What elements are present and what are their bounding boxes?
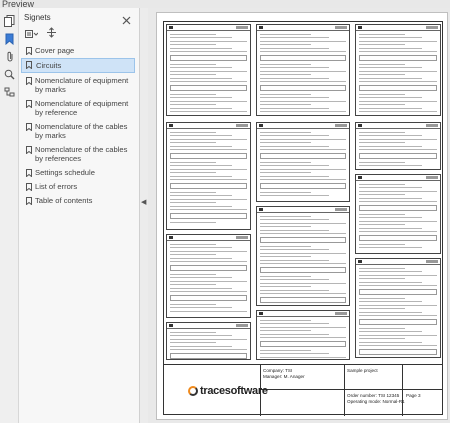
tracesoftware-logo: tracesoftware bbox=[188, 385, 268, 397]
bookmark-icon bbox=[26, 77, 32, 85]
close-icon[interactable] bbox=[122, 12, 131, 25]
title-block: tracesoftware Company: TSI Manager: M. A… bbox=[164, 364, 442, 416]
bookmark-item[interactable]: List of errors bbox=[21, 180, 135, 193]
logo-text: tracesoftware bbox=[200, 385, 268, 397]
operating-mode-label: Operating mode: Normal-R1 bbox=[347, 399, 405, 404]
circuit-card bbox=[355, 258, 441, 358]
bookmark-label: Settings schedule bbox=[35, 168, 95, 177]
bookmark-item[interactable]: Table of contents bbox=[21, 194, 135, 207]
bookmark-icon bbox=[26, 183, 32, 191]
bookmark-item[interactable]: Nomenclature of the cables by marks bbox=[21, 120, 135, 142]
circuit-card bbox=[256, 24, 350, 116]
bookmark-item[interactable]: Cover page bbox=[21, 44, 135, 57]
bookmark-label: Nomenclature of equipment by reference bbox=[35, 99, 129, 117]
project-label: Sample project bbox=[347, 368, 378, 373]
left-toolstrip bbox=[0, 8, 19, 423]
pages-icon[interactable] bbox=[3, 14, 16, 27]
bookmark-icon bbox=[26, 100, 32, 108]
bookmark-icon bbox=[26, 123, 32, 131]
circuit-card bbox=[355, 174, 441, 254]
document-viewer[interactable]: tracesoftware Company: TSI Manager: M. A… bbox=[148, 8, 450, 423]
options-menu-icon[interactable] bbox=[25, 25, 39, 43]
bookmarks-panel: Signets Cover page Circuits Nomenclature o… bbox=[19, 8, 140, 423]
expand-bookmark-icon[interactable] bbox=[46, 25, 57, 43]
circuit-card bbox=[256, 206, 350, 306]
panel-title: Signets bbox=[24, 12, 51, 22]
document-page: tracesoftware Company: TSI Manager: M. A… bbox=[156, 12, 448, 420]
attachment-icon[interactable] bbox=[3, 50, 16, 63]
manager-label: Manager: M. Anager bbox=[263, 374, 305, 379]
bookmark-icon bbox=[26, 146, 32, 154]
order-number-label: Order number: TSI 12345 bbox=[347, 393, 400, 398]
drawing-frame: tracesoftware Company: TSI Manager: M. A… bbox=[163, 21, 443, 416]
layers-icon[interactable] bbox=[3, 86, 16, 99]
bookmark-label: Circuits bbox=[36, 61, 62, 70]
circuit-card bbox=[256, 122, 350, 202]
bookmark-label: Nomenclature of equipment by marks bbox=[35, 76, 129, 94]
bookmark-label: Nomenclature of the cables by references bbox=[35, 145, 128, 163]
page-number-label: Page 3 bbox=[406, 393, 421, 398]
bookmark-item[interactable]: Nomenclature of the cables by references bbox=[21, 143, 135, 165]
bookmark-icon bbox=[26, 169, 32, 177]
bookmark-label: Table of contents bbox=[35, 196, 93, 205]
panel-splitter[interactable]: ◀ bbox=[140, 8, 148, 423]
bookmark-icon bbox=[26, 47, 32, 55]
bookmark-item[interactable]: Nomenclature of equipment by reference bbox=[21, 97, 135, 119]
preview-window: Preview Signets Cover page Circuits Nome… bbox=[0, 0, 450, 423]
circuit-card bbox=[166, 234, 251, 318]
bookmark-item[interactable]: Nomenclature of equipment by marks bbox=[21, 74, 135, 96]
circuit-card bbox=[166, 322, 251, 360]
search-icon[interactable] bbox=[3, 68, 16, 81]
circuit-card bbox=[166, 122, 251, 230]
window-title: Preview bbox=[0, 0, 450, 8]
collapse-arrow-icon[interactable]: ◀ bbox=[141, 198, 146, 206]
circuit-card bbox=[355, 122, 441, 170]
bookmark-icon bbox=[26, 197, 32, 205]
bookmark-icon bbox=[26, 61, 32, 69]
circuit-card bbox=[256, 310, 350, 360]
circuit-card bbox=[166, 24, 251, 116]
bookmark-item[interactable]: Settings schedule bbox=[21, 166, 135, 179]
bookmark-label: List of errors bbox=[35, 182, 78, 191]
bookmark-label: Cover page bbox=[35, 46, 75, 55]
bookmark-label: Nomenclature of the cables by marks bbox=[35, 122, 128, 140]
bookmark-item[interactable]: Circuits bbox=[21, 58, 135, 73]
circuit-card bbox=[355, 24, 441, 116]
bookmarks-icon[interactable] bbox=[3, 32, 16, 45]
company-label: Company: TSI bbox=[263, 368, 293, 373]
